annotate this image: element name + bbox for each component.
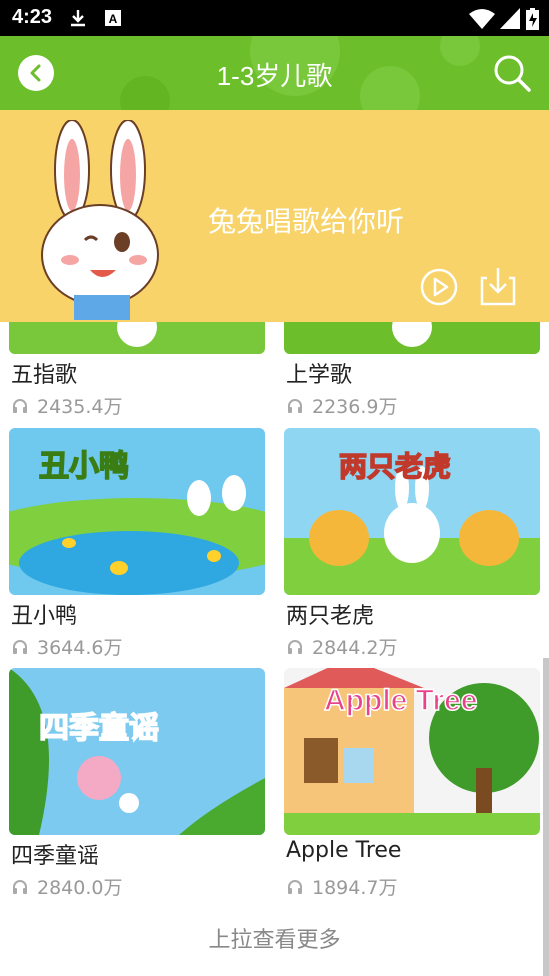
song-thumbnail: 四季童谣 — [9, 668, 265, 835]
play-count: 2844.2万 — [286, 633, 397, 660]
thumbnail-title: 丑小鸭 — [39, 449, 129, 484]
thumbnail-title: 两只老虎 — [339, 450, 451, 483]
svg-text:A: A — [109, 12, 118, 26]
app-header: 1-3岁儿歌 — [0, 36, 549, 110]
headphone-icon — [13, 879, 27, 894]
headphone-icon — [288, 879, 302, 894]
accessibility-notification-icon: A — [105, 10, 121, 26]
play-count-value: 2840.0万 — [37, 877, 123, 899]
banner-text: 兔兔唱歌给你听 — [208, 205, 405, 238]
page-title: 1-3岁儿歌 — [216, 61, 333, 91]
thumbnail-title: 四季童谣 — [39, 711, 159, 746]
song-title: 两只老虎 — [286, 604, 375, 629]
song-title: 五指歌 — [11, 363, 78, 388]
play-count-value: 2236.9万 — [312, 396, 398, 418]
song-card[interactable]: Apple Tree Apple Tree 1894.7万 — [284, 668, 540, 899]
play-count-value: 1894.7万 — [312, 877, 398, 899]
headphone-icon — [13, 398, 27, 413]
status-time: 4:23 — [12, 6, 53, 28]
song-title: 上学歌 — [286, 363, 353, 388]
song-thumbnail: Apple Tree — [284, 668, 540, 835]
headphone-icon — [288, 639, 302, 654]
play-count: 2435.4万 — [11, 392, 122, 419]
play-count-value: 3644.6万 — [37, 637, 123, 659]
play-count-value: 2435.4万 — [37, 396, 123, 418]
search-icon[interactable] — [491, 52, 533, 94]
song-card[interactable]: 丑小鸭 丑小鸭 3644.6万 — [9, 428, 265, 659]
play-count-value: 2844.2万 — [312, 637, 398, 659]
download-notification-icon — [71, 10, 85, 27]
song-title: 丑小鸭 — [11, 604, 78, 629]
play-count: 2840.0万 — [11, 873, 122, 900]
play-icon[interactable] — [420, 268, 458, 306]
song-title: 四季童谣 — [11, 844, 100, 869]
signal-icon — [500, 8, 520, 29]
scrollbar[interactable] — [543, 658, 549, 976]
status-bar: 4:23 A — [0, 0, 549, 36]
thumbnail-title: Apple Tree — [324, 684, 477, 717]
featured-banner: 兔兔唱歌给你听 — [0, 110, 549, 322]
load-more-hint[interactable]: 上拉查看更多 — [0, 922, 549, 954]
song-card[interactable]: 四季童谣 四季童谣 2840.0万 — [9, 668, 265, 899]
play-count: 1894.7万 — [286, 873, 397, 900]
song-card[interactable]: 两只老虎 两只老虎 2844.2万 — [284, 428, 540, 659]
battery-icon — [526, 8, 539, 30]
song-title: Apple Tree — [286, 838, 402, 863]
download-icon[interactable] — [479, 266, 517, 306]
song-thumbnail: 两只老虎 — [284, 428, 540, 595]
wifi-icon — [469, 9, 495, 29]
play-count: 2236.9万 — [286, 392, 397, 419]
play-count: 3644.6万 — [11, 633, 122, 660]
headphone-icon — [288, 398, 302, 413]
bunny-mascot-illustration — [41, 120, 159, 320]
headphone-icon — [13, 639, 27, 654]
song-thumbnail: 丑小鸭 — [9, 428, 265, 595]
